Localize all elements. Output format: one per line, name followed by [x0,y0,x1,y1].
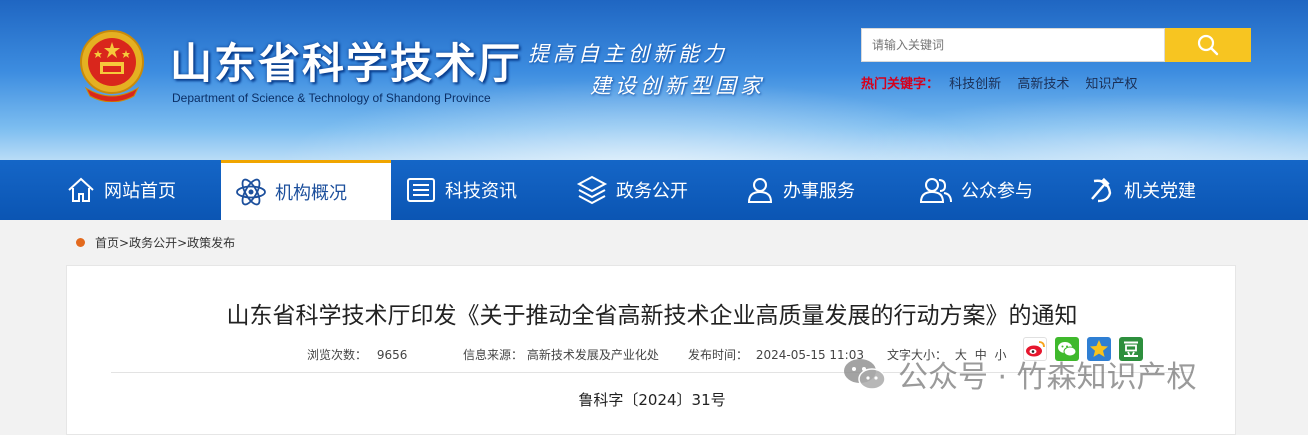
nav-label: 公众参与 [961,181,1033,202]
atom-icon [236,178,266,205]
nav-label: 科技资讯 [445,181,517,202]
layers-icon [576,175,608,205]
nav-item-news[interactable]: 科技资讯 [405,160,517,220]
article-source: 信息来源： 高新技术发展及产业化处 [463,346,659,363]
news-icon [407,178,435,202]
article-title: 山东省科学技术厅印发《关于推动全省高新技术企业高质量发展的行动方案》的通知 [226,303,1078,329]
hot-keywords: 热门关键字： 科技创新 高新技术 知识产权 [861,73,1149,92]
search-input[interactable] [861,28,1165,62]
site-title: 山东省科学技术厅 [170,39,523,88]
users-icon [919,178,952,203]
watermark: 公众号 · 竹森知识产权 [842,352,1197,396]
hot-keyword-link[interactable]: 科技创新 [949,77,1001,92]
nav-item-public-affairs[interactable]: 政务公开 [576,160,688,220]
nav-item-home[interactable]: 网站首页 [66,160,176,220]
date-label: 发布时间： [688,348,749,362]
nav-label: 机关党建 [1124,181,1196,202]
breadcrumb-home[interactable]: 首页 [95,234,119,251]
breadcrumb-public-affairs[interactable]: 政务公开 [129,234,177,251]
article-views: 浏览次数： 9656 [307,346,407,363]
watermark-text: 公众号 · 竹森知识产权 [898,360,1197,395]
nav-label: 机构概况 [275,182,347,204]
hot-keyword-link[interactable]: 知识产权 [1085,77,1137,92]
source-label: 信息来源： [463,348,524,362]
article-date: 发布时间： 2024-05-15 11:03 [688,346,864,363]
hot-keywords-label: 热门关键字： [861,77,940,92]
nav-label: 办事服务 [783,181,855,202]
home-icon [68,177,94,202]
main-nav: 网站首页 机构概况 科技资讯 政务公开 办事服务 公众参与 机关党建 [0,160,1308,220]
site-header: 山东省科学技术厅 Department of Science & Technol… [0,0,1308,160]
views-label: 浏览次数： [307,348,368,362]
nav-label: 政务公开 [616,181,688,202]
nav-label: 网站首页 [104,181,176,202]
hot-keyword-link[interactable]: 高新技术 [1017,77,1069,92]
article-panel: 山东省科学技术厅印发《关于推动全省高新技术企业高质量发展的行动方案》的通知 浏览… [66,265,1236,435]
views-count: 9656 [376,348,408,362]
source-value: 高新技术发展及产业化处 [526,348,659,362]
breadcrumb: 首页 > 政务公开 > 政策发布 [76,234,235,251]
breadcrumb-separator: > [119,235,130,250]
hammer-sickle-icon [1091,177,1112,203]
wechat-watermark-icon [844,359,886,390]
breadcrumb-policy-release[interactable]: 政策发布 [187,234,235,251]
search-button[interactable] [1165,28,1251,62]
user-icon [747,178,773,203]
breadcrumb-dot-icon [76,238,85,247]
nav-item-services[interactable]: 办事服务 [745,160,855,220]
nav-item-about[interactable]: 机构概况 [221,160,391,220]
nav-item-party-building[interactable]: 机关党建 [1086,160,1196,220]
site-subtitle: Department of Science & Technology of Sh… [172,91,491,105]
slogan-line-2: 建设创新型国家 [590,74,765,98]
slogan-line-1: 提高自主创新能力 [528,42,728,66]
national-emblem-icon [80,30,144,102]
breadcrumb-separator: > [177,235,188,250]
search-icon [1197,34,1219,56]
nav-item-public-participation[interactable]: 公众参与 [919,160,1033,220]
